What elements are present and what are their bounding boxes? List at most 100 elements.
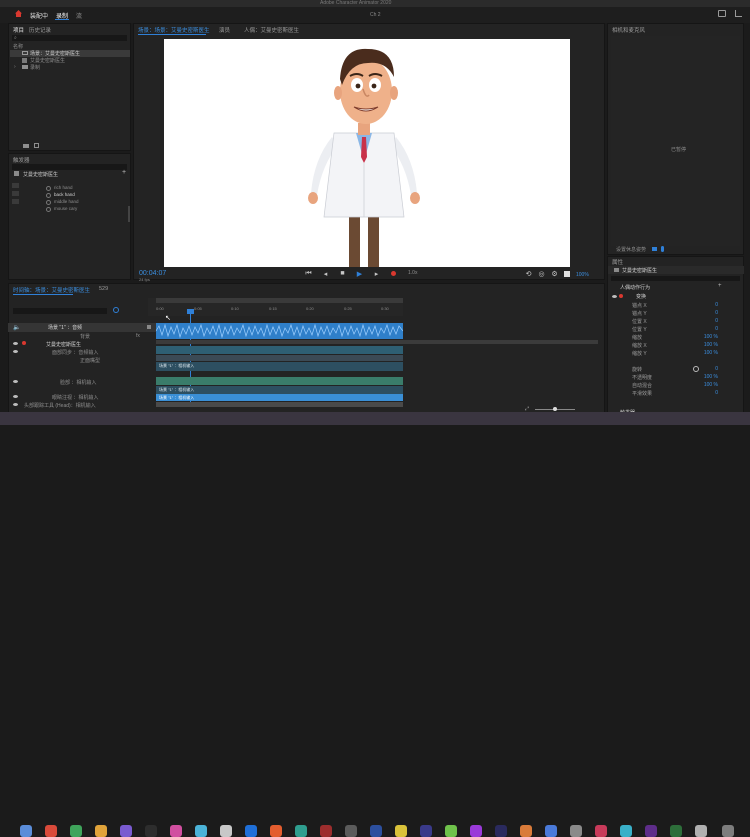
swap-item[interactable]: back hand — [54, 192, 75, 197]
dock-app-icon[interactable] — [345, 825, 357, 837]
prop-value[interactable]: 0 — [700, 318, 718, 324]
prop-value[interactable]: 0 — [700, 310, 718, 316]
background-lane[interactable] — [156, 340, 598, 344]
tab-history[interactable]: 历史记录 — [29, 26, 51, 34]
track-row-face[interactable]: 脸部 ：相机输入 — [8, 378, 156, 386]
share-icon[interactable] — [735, 10, 742, 17]
puppet-lane[interactable] — [156, 346, 403, 354]
track-row-eye-gaze[interactable]: 眼睛注视 ：相机输入 — [8, 393, 156, 401]
dock-app-icon[interactable] — [370, 825, 382, 837]
dock-app-icon[interactable] — [470, 825, 482, 837]
scrollbar[interactable] — [128, 206, 130, 222]
swap-item[interactable]: rich hand — [54, 185, 73, 190]
record-icon[interactable] — [619, 294, 623, 298]
head-lane[interactable] — [156, 402, 403, 407]
list-item-scene[interactable]: 场景：艾曼史密斯医生 — [10, 50, 130, 57]
speaker-icon[interactable]: 🔈 — [13, 324, 20, 331]
dock-app-icon[interactable] — [295, 825, 307, 837]
properties-search-input[interactable] — [611, 276, 740, 281]
list-item-folder[interactable]: › 录制 — [10, 64, 130, 71]
face-lane[interactable] — [156, 377, 403, 385]
dock-app-icon[interactable] — [695, 825, 707, 837]
dock-app-icon[interactable] — [145, 825, 157, 837]
prop-value[interactable]: 0 — [700, 302, 718, 308]
prop-value[interactable]: 0 — [700, 390, 718, 396]
track-row-background[interactable]: 背景 fx — [8, 332, 156, 340]
tab-timeline[interactable]: 时间轴：场景：艾曼史密斯医生 — [13, 286, 90, 294]
slider-thumb[interactable] — [553, 407, 557, 411]
dock-app-icon[interactable] — [95, 825, 107, 837]
track-fx-icon[interactable]: fx — [136, 333, 140, 339]
dock-app-icon[interactable] — [420, 825, 432, 837]
dock-app-icon[interactable] — [170, 825, 182, 837]
playhead-handle[interactable] — [187, 309, 194, 314]
tab-performer[interactable]: 演员 — [219, 26, 230, 34]
prop-value[interactable]: 100 % — [700, 350, 718, 356]
prop-value[interactable]: 100 % — [700, 334, 718, 340]
eye-icon[interactable] — [13, 350, 18, 353]
speed-label[interactable]: 1.0x — [408, 270, 417, 276]
lock-icon[interactable] — [147, 325, 151, 329]
tab-puppet[interactable]: 人偶：艾曼史密斯医生 — [244, 26, 299, 34]
dock-trash-icon[interactable] — [722, 825, 734, 837]
dock-app-icon[interactable] — [395, 825, 407, 837]
dock-app-icon[interactable] — [195, 825, 207, 837]
dock-app-icon[interactable] — [270, 825, 282, 837]
eye-icon[interactable] — [13, 403, 18, 406]
dock-app-icon[interactable] — [570, 825, 582, 837]
radio-icon[interactable] — [46, 193, 51, 198]
eye-icon[interactable] — [13, 380, 18, 383]
camera-toggle-icon[interactable] — [652, 247, 657, 251]
dock-app-icon[interactable] — [20, 825, 32, 837]
new-folder-icon[interactable] — [23, 144, 29, 148]
dock-app-icon[interactable] — [545, 825, 557, 837]
triggers-search-input[interactable] — [12, 164, 127, 170]
prop-value[interactable]: 100 % — [700, 382, 718, 388]
track-row-puppet[interactable]: 艾曼史密斯医生 — [8, 340, 156, 348]
dock-app-icon[interactable] — [520, 825, 532, 837]
add-behavior-icon[interactable]: + — [718, 283, 722, 289]
camera-icon[interactable]: ◎ — [537, 269, 546, 278]
audio-clip[interactable] — [155, 323, 404, 339]
prop-value[interactable]: 100 % — [700, 342, 718, 348]
trigger-key-box[interactable] — [12, 183, 19, 188]
prop-value[interactable]: 0 — [700, 366, 718, 372]
home-icon[interactable] — [15, 10, 22, 17]
playhead-target-icon[interactable] — [113, 307, 119, 313]
dock-app-icon[interactable] — [495, 825, 507, 837]
dock-app-icon[interactable] — [620, 825, 632, 837]
loop-icon[interactable]: ⟲ — [524, 269, 533, 278]
trigger-key-box[interactable] — [12, 199, 19, 204]
swap-item[interactable]: mouse cary — [54, 206, 77, 211]
track-row-head-turner[interactable]: 头部跟踪工具 (Head)：相机输入 — [8, 401, 156, 409]
current-timecode[interactable]: 00:04:07 — [139, 270, 166, 277]
radio-icon[interactable] — [46, 207, 51, 212]
mic-icon[interactable] — [661, 246, 664, 252]
track-row-mouth[interactable]: 正面嘴型 — [8, 356, 156, 364]
eye-icon[interactable] — [13, 342, 18, 345]
tab-project[interactable]: 项目 — [13, 26, 24, 34]
go-to-start-icon[interactable]: ⏮ — [304, 269, 313, 278]
record-icon[interactable] — [389, 269, 398, 278]
zoom-level[interactable]: 100% — [576, 272, 589, 278]
record-icon[interactable] — [22, 341, 26, 345]
timeline-zoom-slider[interactable]: ⤢ — [525, 406, 585, 412]
stop-icon[interactable]: ■ — [338, 269, 347, 278]
new-item-icon[interactable] — [34, 143, 39, 148]
list-item-puppet[interactable]: 艾曼史密斯医生 — [10, 57, 130, 64]
dock-app-icon[interactable] — [595, 825, 607, 837]
camera-clip-2[interactable]: 场景 "1" ：相机输入 — [156, 386, 403, 394]
tab-scene[interactable]: 场景：场景：艾曼史密斯医生 — [138, 26, 210, 34]
settings-icon[interactable]: ⚙ — [550, 269, 559, 278]
background-toggle-icon[interactable] — [564, 271, 570, 277]
dock-app-icon[interactable] — [670, 825, 682, 837]
dock-app-icon[interactable] — [70, 825, 82, 837]
behavior-eye-icon[interactable] — [612, 295, 617, 298]
step-back-icon[interactable]: ◂ — [321, 269, 330, 278]
dock-app-icon[interactable] — [245, 825, 257, 837]
timeline-search-input[interactable] — [13, 308, 107, 314]
set-rest-pose-button[interactable]: 设置休息姿势 — [616, 246, 646, 253]
lipsync-lane[interactable] — [156, 355, 403, 361]
properties-puppet-row[interactable]: 艾曼史密斯医生 — [608, 266, 744, 274]
prop-value[interactable]: 0 — [700, 326, 718, 332]
